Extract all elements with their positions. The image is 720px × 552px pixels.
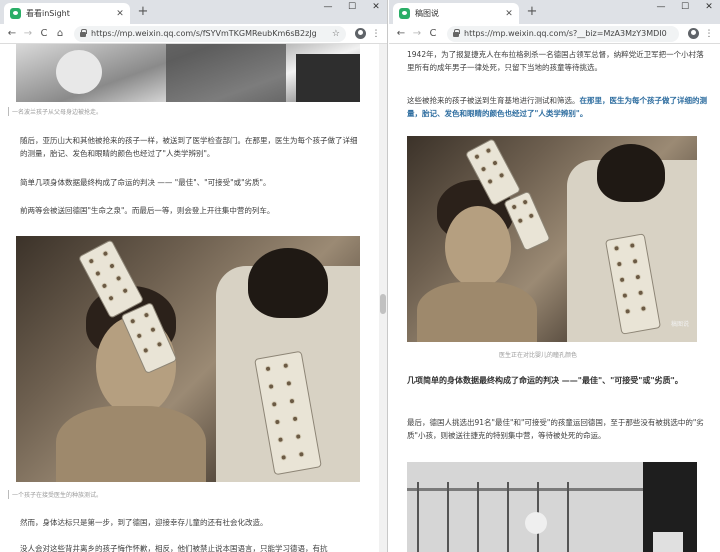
tab-title: 稿图说 <box>415 9 439 18</box>
maximize-button[interactable]: ☐ <box>678 2 692 12</box>
tab-strip: 稿图说 ✕ + — ☐ ✕ <box>389 0 720 24</box>
fence-post <box>567 482 569 552</box>
photo-caption: 医生正在对比婴儿的瞳孔颜色 <box>499 352 578 359</box>
tab-close-icon[interactable]: ✕ <box>503 9 515 19</box>
url-text: https://mp.weixin.qq.com/s/fSYVmTKGMReub… <box>91 29 317 38</box>
forward-arrow-icon[interactable]: → <box>20 28 36 39</box>
article-paragraph: 最后，德国人挑选出91名"最佳"和"可接受"的孩童运回德国，至于那些没有被挑选中… <box>407 418 704 440</box>
photo-doctor-hair <box>248 248 328 318</box>
article-paragraph: 没人会对这些背井离乡的孩子悔作怀歉，相反，他们被禁止说本国语言，只能学习德语，有… <box>20 544 328 552</box>
article-photo-top <box>16 44 360 102</box>
article-paragraph: 这些被抢来的孩子被送到生育基地进行测试和筛选。在那里，医生为每个孩子做了详细的测… <box>407 94 707 120</box>
left-browser-window: 看看inSight ✕ + — ☐ ✕ ← → C ⌂ https://mp.w… <box>0 0 388 552</box>
address-bar[interactable]: https://mp.weixin.qq.com/s?__biz=MzA3MzY… <box>447 25 679 42</box>
forward-arrow-icon[interactable]: → <box>409 28 425 39</box>
photo-child-body <box>417 282 537 342</box>
back-arrow-icon[interactable]: ← <box>393 28 409 39</box>
profile-avatar-icon[interactable] <box>688 28 699 39</box>
reload-icon[interactable]: C <box>36 28 52 39</box>
article-paragraph: 简单几项身体数据最终构成了命运的判决 —— "最佳"、"可接受"或"劣质"。 <box>20 178 271 187</box>
paragraph-text: 这些被抢来的孩子被送到生育基地进行测试和筛选。 <box>407 96 580 105</box>
fence-post <box>447 482 449 552</box>
new-tab-button[interactable]: + <box>136 4 150 19</box>
fence-post <box>507 482 509 552</box>
fence-post <box>417 482 419 552</box>
page-content: 一名波兰孩子从父母身边被抢走。 随后，亚历山大和其他被抢来的孩子一样，被送到了医… <box>0 44 387 552</box>
page-content: 1942年，为了报复捷克人在布拉格刺杀一名德国占领军总督，纳粹党近卫军把一个小村… <box>389 44 720 552</box>
photo-figure <box>56 50 102 94</box>
more-menu-icon[interactable]: ⋮ <box>702 29 716 39</box>
photo-caption: 一名波兰孩子从父母身边被抢走。 <box>8 107 102 116</box>
photo-child-face <box>445 206 511 288</box>
page-scrollbar[interactable] <box>379 44 387 552</box>
article-paragraph: 1942年，为了报复捷克人在布拉格刺杀一名德国占领军总督，纳粹党近卫军把一个小村… <box>407 50 704 72</box>
photo-doctor-hair <box>597 144 665 202</box>
close-window-button[interactable]: ✕ <box>369 2 383 12</box>
profile-avatar-icon[interactable] <box>355 28 366 39</box>
tab-strip: 看看inSight ✕ + — ☐ ✕ <box>0 0 387 24</box>
photo-figure <box>166 44 286 102</box>
article-paragraph-bold: 几项简单的身体数据最终构成了命运的判决 ——"最佳"、"可接受"或"劣质"。 <box>407 376 683 385</box>
window-controls: — ☐ ✕ <box>321 2 383 12</box>
article-paragraph: 前两等会被送回德国"生命之泉"。而最后一等，则会登上开往集中营的列车。 <box>20 206 275 215</box>
wechat-favicon-icon <box>399 8 410 19</box>
more-menu-icon[interactable]: ⋮ <box>369 29 383 39</box>
photo-caption: 一个孩子在接受医生的种族测试。 <box>8 490 102 499</box>
article-photo-children <box>407 462 697 552</box>
back-arrow-icon[interactable]: ← <box>4 28 20 39</box>
article-paragraph: 然而，身体达标只是第一步，到了德国，迎接幸存儿童的还有社会化改造。 <box>20 518 268 527</box>
photo-figure <box>296 54 360 102</box>
star-icon[interactable]: ☆ <box>328 29 340 39</box>
tab-title: 看看inSight <box>26 9 70 18</box>
minimize-button[interactable]: — <box>654 2 668 12</box>
home-icon[interactable]: ⌂ <box>52 28 68 39</box>
article-paragraph: 随后，亚历山大和其他被抢来的孩子一样，被送到了医学检查部门。在那里，医生为每个孩… <box>20 136 358 158</box>
window-controls: — ☐ ✕ <box>654 2 716 12</box>
reload-icon[interactable]: C <box>425 28 441 39</box>
fence-post <box>477 482 479 552</box>
browser-toolbar: ← → C ⌂ https://mp.weixin.qq.com/s/fSYVm… <box>0 24 387 44</box>
photo-child-body <box>56 406 206 482</box>
close-window-button[interactable]: ✕ <box>702 2 716 12</box>
address-bar[interactable]: https://mp.weixin.qq.com/s/fSYVmTKGMReub… <box>74 25 346 42</box>
watermark-text: 稿图说 <box>670 321 689 328</box>
tab-close-icon[interactable]: ✕ <box>114 9 126 19</box>
maximize-button[interactable]: ☐ <box>345 2 359 12</box>
new-tab-button[interactable]: + <box>525 4 539 19</box>
article-photo-eye-test <box>16 236 360 482</box>
photo-figure <box>653 532 683 552</box>
lock-icon <box>80 29 87 37</box>
photo-child-head <box>525 512 547 534</box>
right-browser-window: 稿图说 ✕ + — ☐ ✕ ← → C https://mp.weixin.qq… <box>389 0 720 552</box>
url-text: https://mp.weixin.qq.com/s?__biz=MzA3MzY… <box>464 29 667 38</box>
lock-icon <box>453 29 460 37</box>
browser-toolbar: ← → C https://mp.weixin.qq.com/s?__biz=M… <box>389 24 720 44</box>
minimize-button[interactable]: — <box>321 2 335 12</box>
article-photo-eye-test: 稿图说 <box>407 136 697 342</box>
wechat-favicon-icon <box>10 8 21 19</box>
scrollbar-thumb[interactable] <box>380 294 386 314</box>
tab-active[interactable]: 看看inSight ✕ <box>4 3 130 24</box>
tab-active[interactable]: 稿图说 ✕ <box>393 3 519 24</box>
